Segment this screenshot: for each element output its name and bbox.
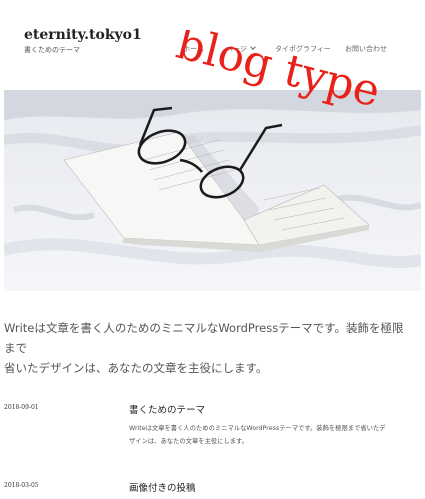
intro-line-2: 省いたデザインは、あなたの文章を主役にします。: [4, 361, 268, 375]
main-navigation: ホーム ページ タイポグラフィー お問い合わせ: [0, 44, 425, 56]
post-date: 2018-03-05: [4, 482, 39, 489]
nav-item-home[interactable]: ホーム: [183, 44, 204, 54]
chevron-down-icon: [250, 44, 256, 50]
post-excerpt-line-2: ザインは、あなたの文章を主役にします。: [129, 438, 249, 445]
nav-item-pages[interactable]: ページ: [226, 44, 256, 54]
post-excerpt-line-1: Writeは文章を書く人のためのミニマルなWordPressテーマです。装飾を極…: [129, 425, 386, 432]
nav-item-typography[interactable]: タイポグラフィー: [275, 44, 331, 54]
hero-image: [4, 90, 421, 291]
nav-item-pages-label: ページ: [226, 45, 247, 53]
post-date: 2018-09-01: [4, 404, 39, 411]
post-title-link[interactable]: 書くためのテーマ: [129, 402, 205, 416]
intro-line-1: Writeは文章を書く人のためのミニマルなWordPressテーマです。装飾を極…: [4, 321, 404, 355]
post-title-link[interactable]: 画像付きの投稿: [129, 480, 196, 494]
intro-text: Writeは文章を書く人のためのミニマルなWordPressテーマです。装飾を極…: [4, 318, 414, 378]
open-book-with-glasses-illustration: [4, 90, 421, 291]
post-excerpt: Writeは文章を書く人のためのミニマルなWordPressテーマです。装飾を極…: [129, 422, 414, 448]
nav-item-contact[interactable]: お問い合わせ: [345, 44, 387, 54]
site-title[interactable]: eternity.tokyo1: [24, 27, 142, 43]
